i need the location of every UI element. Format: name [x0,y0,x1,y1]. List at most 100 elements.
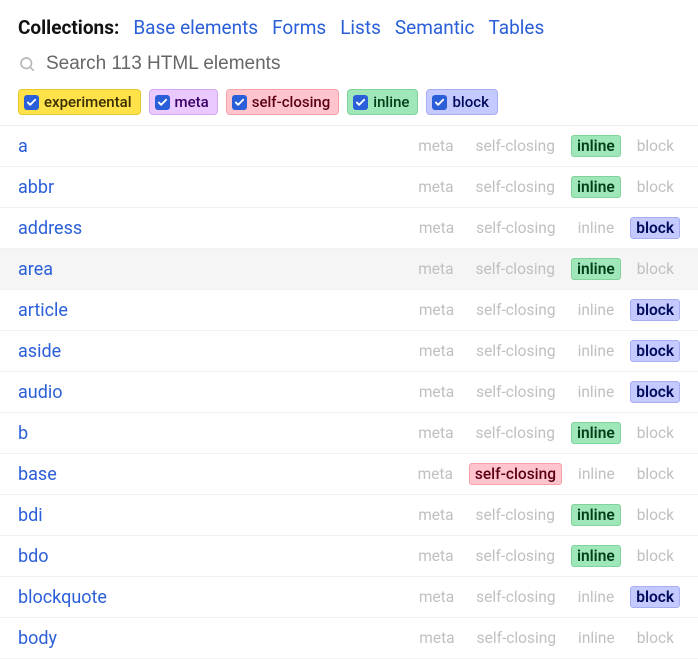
tag-selfclosing: self-closing [470,176,561,198]
element-row[interactable]: bdimetaself-closinginlineblock [0,495,698,536]
filter-label: meta [175,93,209,111]
element-name-link[interactable]: bdi [18,505,412,526]
tag-inline: inline [571,545,621,567]
filter-block[interactable]: block [426,89,497,115]
element-row[interactable]: bdometaself-closinginlineblock [0,536,698,577]
element-row[interactable]: addressmetaself-closinginlineblock [0,208,698,249]
tag-block: block [631,258,680,280]
tag-inline: inline [571,258,621,280]
tag-block: block [631,135,680,157]
collection-link[interactable]: Semantic [395,16,475,39]
tag-inline: inline [572,381,621,403]
checkbox-icon [432,95,447,110]
filter-meta[interactable]: meta [149,89,218,115]
element-tags: meta self-closing inline block [412,258,680,280]
checkbox-icon [353,95,368,110]
tag-meta: meta [413,340,460,362]
element-name-link[interactable]: address [18,218,413,239]
element-name-link[interactable]: body [18,628,413,649]
element-row[interactable]: articlemetaself-closinginlineblock [0,290,698,331]
tag-inline: inline [572,586,621,608]
tag-selfclosing: self-closing [469,463,562,485]
element-row[interactable]: areameta self-closing inline block [0,249,698,290]
element-row[interactable]: ametaself-closinginlineblock [0,126,698,167]
filter-experimental[interactable]: experimental [18,89,141,115]
tag-inline: inline [571,176,621,198]
element-tags: metaself-closinginlineblock [413,627,680,649]
tag-meta: meta [412,463,459,485]
tag-meta: meta [413,586,460,608]
tag-inline: inline [571,135,621,157]
element-name-link[interactable]: a [18,136,412,157]
tag-inline: inline [571,504,621,526]
tag-meta: meta [412,176,459,198]
tag-meta: meta [412,258,459,280]
filters-row: experimental meta self-closing inline block [18,89,680,115]
filter-selfclosing[interactable]: self-closing [226,89,340,115]
tag-block: block [631,463,680,485]
tag-meta: meta [413,627,460,649]
checkbox-icon [232,95,247,110]
tag-meta: meta [413,217,460,239]
collection-link[interactable]: Forms [272,16,326,39]
element-name-link[interactable]: blockquote [18,587,413,608]
element-tags: meta self-closing inline block [413,381,680,403]
element-name-link[interactable]: b [18,423,412,444]
tag-selfclosing: self-closing [470,422,561,444]
tag-block: block [630,299,680,321]
tag-selfclosing: self-closing [470,299,561,321]
element-row[interactable]: blockquotemeta self-closing inline block [0,577,698,618]
tag-block: block [631,504,680,526]
search-input[interactable] [46,53,680,75]
tag-block: block [630,340,680,362]
element-name-link[interactable]: bdo [18,546,412,567]
tag-block: block [630,381,680,403]
tag-block: block [631,545,680,567]
element-row[interactable]: audiometa self-closing inline block [0,372,698,413]
element-tags: metaself-closinginlineblock [412,545,680,567]
filter-label: experimental [44,93,132,111]
element-list: ametaself-closinginlineblockabbrmetaself… [0,125,698,659]
collection-link[interactable]: Tables [489,16,545,39]
element-name-link[interactable]: abbr [18,177,412,198]
element-name-link[interactable]: base [18,464,412,485]
element-tags: metaself-closinginlineblock [413,217,680,239]
tag-meta: meta [412,422,459,444]
collections-nav: Collections: Base elements Forms Lists Sema… [18,16,680,39]
element-tags: metaself-closinginlineblock [412,422,680,444]
tag-block: block [631,422,680,444]
tag-meta: meta [413,381,460,403]
checkbox-icon [24,95,39,110]
element-row[interactable]: basemetaself-closinginlineblock [0,454,698,495]
tag-selfclosing: self-closing [470,381,561,403]
tag-meta: meta [412,135,459,157]
filter-label: self-closing [252,93,331,111]
tag-selfclosing: self-closing [470,586,561,608]
element-tags: metaself-closinginlineblock [412,504,680,526]
tag-inline: inline [572,299,621,321]
tag-inline: inline [572,340,621,362]
collection-link[interactable]: Lists [340,16,381,39]
element-name-link[interactable]: article [18,300,413,321]
tag-block: block [631,176,680,198]
tag-block: block [630,586,680,608]
filter-inline[interactable]: inline [347,89,418,115]
collection-link[interactable]: Base elements [133,16,258,39]
tag-meta: meta [412,504,459,526]
element-row[interactable]: bodymetaself-closinginlineblock [0,618,698,659]
collections-label: Collections: [18,16,119,39]
element-tags: metaself-closinginlineblock [412,135,680,157]
tag-selfclosing: self-closing [470,258,561,280]
tag-selfclosing: self-closing [470,545,561,567]
element-row[interactable]: abbrmeta self-closing inline block [0,167,698,208]
element-name-link[interactable]: audio [18,382,413,403]
element-name-link[interactable]: area [18,259,412,280]
tag-block: block [631,627,680,649]
tag-inline: inline [572,217,621,239]
tag-selfclosing: self-closing [470,340,561,362]
element-tags: meta self-closing inline block [413,586,680,608]
element-tags: metaself-closinginlineblock [412,463,680,485]
element-row[interactable]: asidemeta self-closing inline block [0,331,698,372]
element-name-link[interactable]: aside [18,341,413,362]
element-row[interactable]: bmetaself-closinginlineblock [0,413,698,454]
